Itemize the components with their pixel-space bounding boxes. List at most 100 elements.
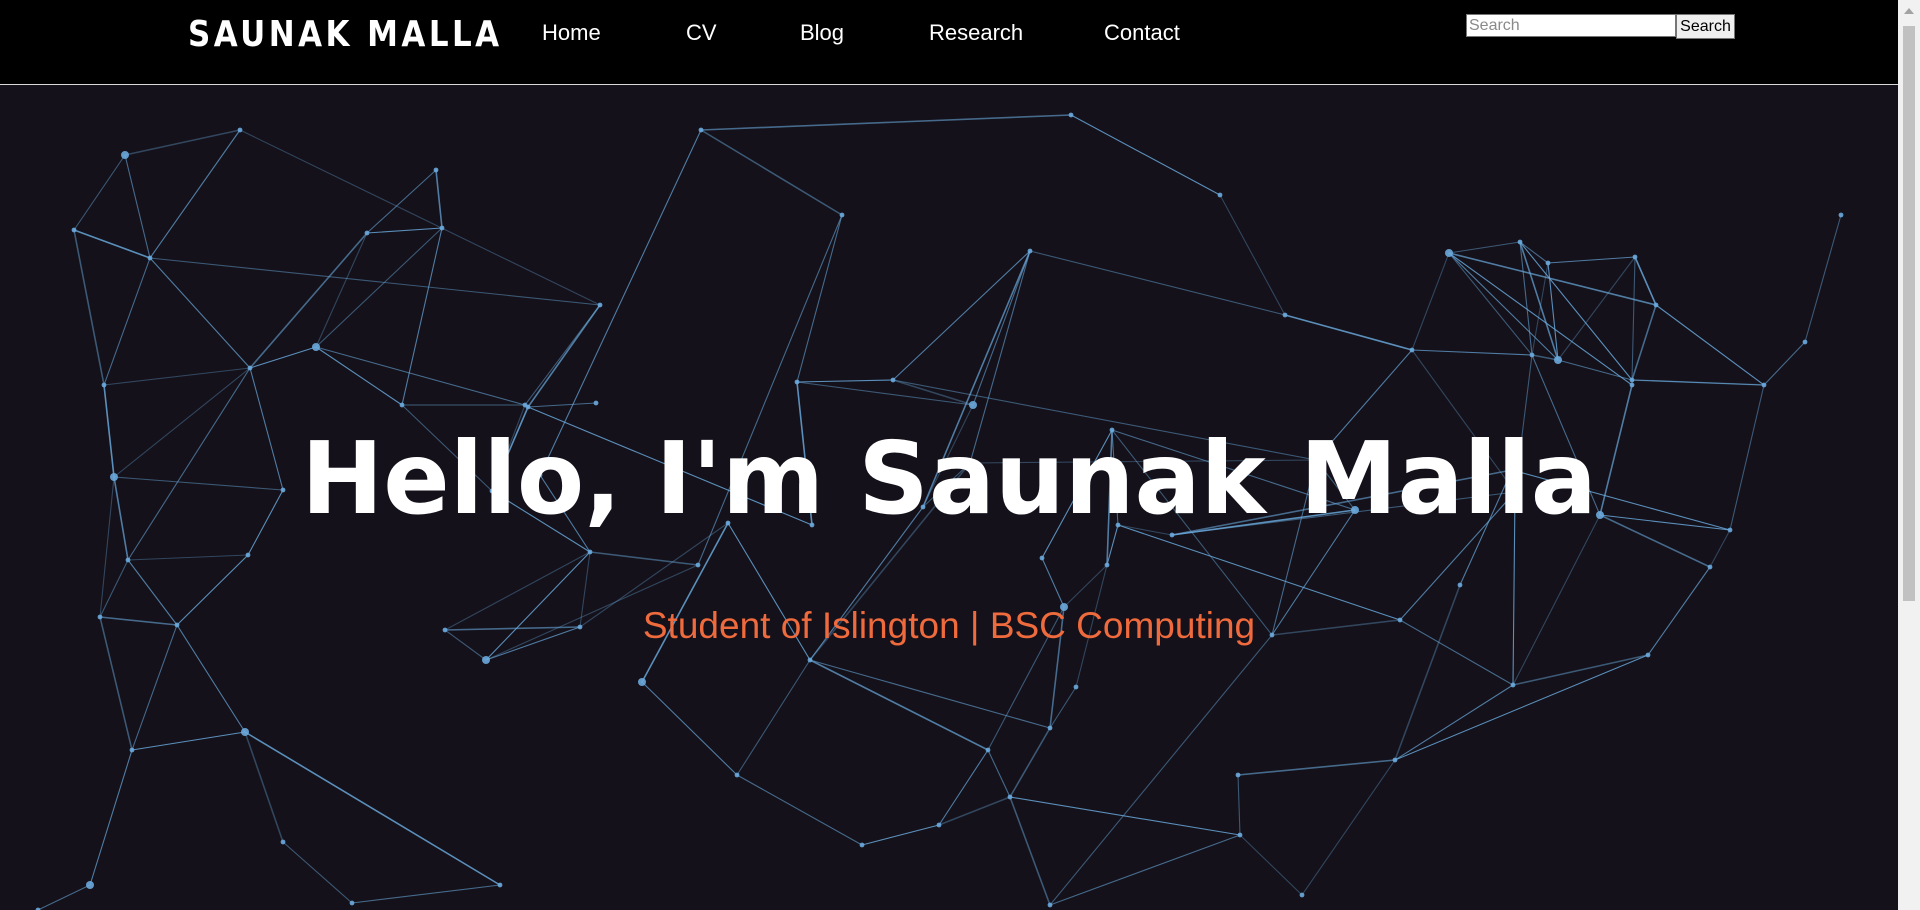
- network-line: [131, 731, 246, 751]
- network-node: [936, 822, 942, 828]
- nav-link-cv[interactable]: CV: [686, 20, 717, 46]
- network-line: [366, 227, 443, 234]
- network-node: [237, 127, 243, 133]
- network-line: [315, 227, 443, 348]
- network-node: [1629, 382, 1635, 388]
- network-line: [987, 749, 1011, 798]
- top-navbar: SAUNAK MALLA Home CV Blog Research Conta…: [0, 0, 1898, 85]
- hero-subtitle: Student of Islington | BSC Computing: [642, 605, 1256, 646]
- page: SAUNAK MALLA Home CV Blog Research Conta…: [0, 0, 1920, 910]
- network-node: [1802, 339, 1808, 345]
- network-line: [103, 367, 251, 386]
- network-line: [1041, 557, 1065, 608]
- network-line: [73, 154, 126, 231]
- network-node: [482, 656, 490, 664]
- network-line: [809, 659, 989, 751]
- network-node: [1235, 772, 1241, 778]
- network-line: [796, 381, 974, 406]
- page-scrollbar[interactable]: [1898, 0, 1920, 910]
- scrollbar-thumb[interactable]: [1903, 26, 1915, 601]
- hero-title: Hello, I'm Saunak Malla: [301, 420, 1597, 537]
- nav-link-contact[interactable]: Contact: [1104, 20, 1180, 46]
- network-node: [859, 842, 865, 848]
- search-button[interactable]: Search: [1676, 14, 1735, 39]
- network-node: [1047, 902, 1053, 908]
- network-node: [1392, 757, 1398, 763]
- network-line: [315, 232, 368, 348]
- network-line: [1448, 252, 1657, 306]
- network-line: [103, 257, 151, 386]
- network-node: [1632, 254, 1638, 260]
- network-line: [1655, 304, 1765, 386]
- network-line: [527, 304, 601, 408]
- network-node: [1517, 239, 1523, 245]
- network-line: [700, 114, 1072, 131]
- network-node: [1039, 555, 1045, 561]
- network-node: [312, 343, 320, 351]
- network-line: [249, 232, 368, 369]
- scroll-up-arrow-icon[interactable]: [1904, 8, 1914, 14]
- network-line: [972, 250, 1031, 406]
- network-node: [1217, 192, 1223, 198]
- network-line: [1631, 379, 1765, 386]
- network-node: [1445, 249, 1453, 257]
- network-line: [1009, 796, 1051, 906]
- network-line: [1804, 214, 1842, 343]
- network-node: [125, 557, 131, 563]
- search-input[interactable]: [1466, 14, 1676, 37]
- network-node: [638, 678, 646, 686]
- network-node: [1047, 725, 1053, 731]
- network-line: [938, 749, 989, 826]
- network-line: [149, 129, 241, 259]
- network-line: [1063, 564, 1108, 608]
- network-node: [1761, 382, 1767, 388]
- network-line: [1029, 250, 1286, 316]
- network-node: [433, 167, 439, 173]
- network-line: [1237, 774, 1241, 836]
- network-node: [364, 230, 370, 236]
- network-node: [525, 404, 531, 410]
- network-node: [1457, 582, 1463, 588]
- network-line: [1411, 349, 1533, 356]
- network-node: [1073, 684, 1079, 690]
- network-node: [807, 657, 813, 663]
- network-node: [839, 212, 845, 218]
- network-line: [1070, 114, 1221, 196]
- hero-section: Hello, I'm Saunak Malla Student of Islin…: [0, 85, 1898, 910]
- network-line: [149, 257, 251, 369]
- network-node: [1554, 356, 1562, 364]
- nav-link-home[interactable]: Home: [542, 20, 601, 46]
- network-node: [1409, 347, 1415, 353]
- network-node: [497, 882, 503, 888]
- network-node: [121, 151, 129, 159]
- network-node: [1529, 352, 1535, 358]
- network-line: [244, 731, 284, 843]
- network-node: [985, 747, 991, 753]
- network-node: [587, 549, 593, 555]
- network-node: [1237, 832, 1243, 838]
- network-line: [1411, 252, 1450, 351]
- network-node: [1545, 260, 1551, 266]
- network-node: [593, 400, 599, 406]
- network-line: [809, 659, 1051, 729]
- network-line: [127, 554, 249, 561]
- network-line: [366, 169, 437, 234]
- site-logo[interactable]: SAUNAK MALLA: [188, 14, 503, 55]
- network-line: [1634, 256, 1657, 306]
- network-node: [734, 772, 740, 778]
- network-line: [1631, 304, 1657, 381]
- network-line: [1448, 252, 1633, 386]
- network-node: [1645, 652, 1651, 658]
- network-node: [1104, 562, 1110, 568]
- network-line: [1519, 241, 1633, 381]
- network-line: [124, 154, 151, 259]
- network-node: [71, 227, 77, 233]
- network-line: [1547, 256, 1636, 264]
- network-node: [1838, 212, 1844, 218]
- network-line: [1219, 194, 1286, 316]
- network-node: [1007, 794, 1013, 800]
- nav-link-blog[interactable]: Blog: [800, 20, 844, 46]
- nav-link-research[interactable]: Research: [929, 20, 1023, 46]
- network-node: [349, 900, 355, 906]
- network-line: [239, 129, 601, 306]
